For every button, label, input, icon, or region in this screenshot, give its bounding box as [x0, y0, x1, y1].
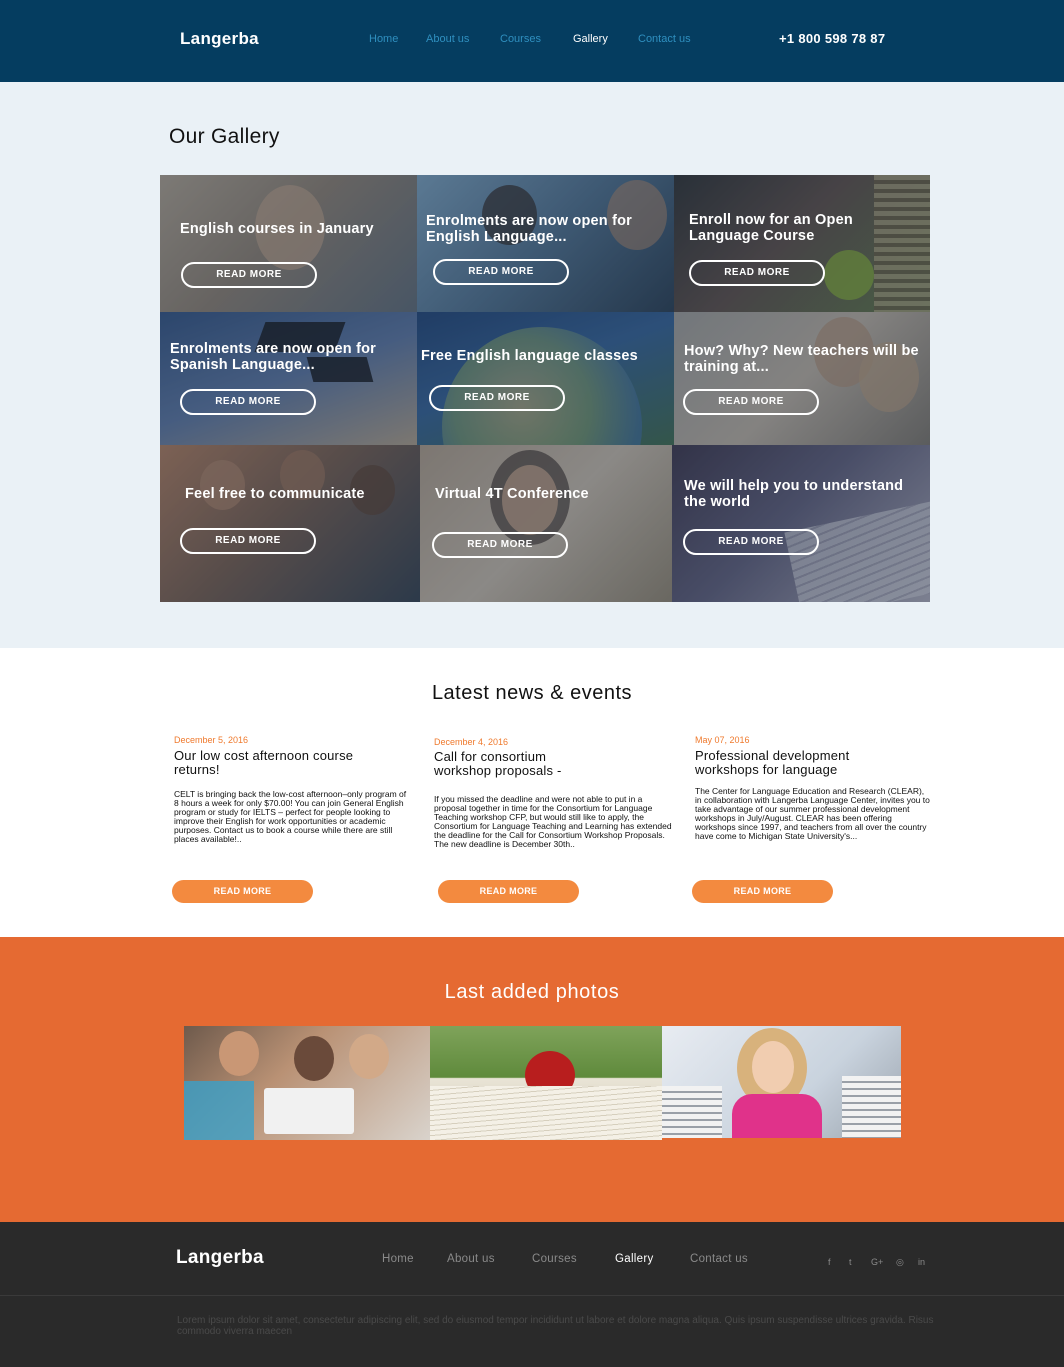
instagram-icon[interactable]: ◎ [896, 1257, 904, 1268]
twitter-icon[interactable]: t [849, 1257, 852, 1267]
news-body: CELT is bringing back the low-cost after… [174, 789, 407, 844]
footer-divider [0, 1295, 1064, 1296]
read-more-button[interactable]: READ MORE [683, 529, 819, 555]
footer-nav-courses[interactable]: Courses [532, 1253, 577, 1265]
gallery-caption: We will help you to understand the world [684, 478, 904, 510]
nav-home[interactable]: Home [369, 33, 398, 45]
footer-nav-contact-us[interactable]: Contact us [690, 1253, 748, 1265]
google-plus-icon[interactable]: G+ [871, 1257, 883, 1267]
gallery-title: Our Gallery [169, 125, 280, 148]
gallery-tile[interactable]: English courses in January READ MORE [160, 175, 417, 312]
news-read-more-button[interactable]: READ MORE [172, 880, 313, 903]
news-headline[interactable]: Our low cost afternoon course returns! [174, 749, 374, 777]
footer-text: Lorem ipsum dolor sit amet, consectetur … [177, 1315, 934, 1337]
news-date: December 5, 2016 [174, 735, 249, 745]
nav-contact-us[interactable]: Contact us [638, 33, 691, 45]
gallery-caption: How? Why? New teachers will be training … [684, 343, 919, 375]
facebook-icon[interactable]: f [828, 1257, 831, 1267]
gallery-caption: Enrolments are now open for Spanish Lang… [170, 341, 377, 373]
news-date: December 4, 2016 [434, 737, 509, 747]
read-more-button[interactable]: READ MORE [181, 262, 317, 288]
news-read-more-button[interactable]: READ MORE [438, 880, 579, 903]
nav-about-us[interactable]: About us [426, 33, 469, 45]
gallery-tile[interactable]: Enroll now for an Open Language Course R… [674, 175, 930, 312]
news-item: December 5, 2016 Our low cost afternoon … [174, 735, 414, 844]
gallery-tile[interactable]: Free English language classes READ MORE [417, 312, 674, 445]
gallery-caption: English courses in January [180, 221, 374, 237]
photo-thumbnail[interactable] [662, 1026, 901, 1138]
read-more-button[interactable]: READ MORE [180, 528, 316, 554]
nav-gallery[interactable]: Gallery [573, 33, 608, 45]
footer-logo[interactable]: Langerba [176, 1247, 264, 1269]
footer-nav-about-us[interactable]: About us [447, 1253, 495, 1265]
photos-section: Last added photos [0, 937, 1064, 1222]
site-header: Langerba Home About us Courses Gallery C… [0, 0, 1064, 82]
news-body: The Center for Language Education and Re… [695, 786, 930, 841]
gallery-caption: Virtual 4T Conference [435, 486, 589, 502]
gallery-grid: English courses in January READ MORE Enr… [160, 175, 930, 602]
footer-nav-home[interactable]: Home [382, 1253, 414, 1265]
linkedin-icon[interactable]: in [918, 1257, 925, 1267]
news-date: May 07, 2016 [695, 735, 750, 745]
photo-thumbnail[interactable] [184, 1026, 430, 1140]
site-logo[interactable]: Langerba [180, 29, 259, 49]
nav-courses[interactable]: Courses [500, 33, 541, 45]
news-item: December 4, 2016 Call for consortium wor… [434, 737, 674, 849]
gallery-caption: Enroll now for an Open Language Course [689, 212, 853, 244]
gallery-caption: Free English language classes [421, 348, 638, 364]
gallery-section: Our Gallery English courses in January R… [0, 82, 1064, 648]
news-headline[interactable]: Professional development workshops for l… [695, 749, 910, 777]
phone-number[interactable]: +1 800 598 78 87 [779, 31, 885, 46]
news-read-more-button[interactable]: READ MORE [692, 880, 833, 903]
read-more-button[interactable]: READ MORE [180, 389, 316, 415]
news-title: Latest news & events [431, 682, 633, 704]
gallery-tile[interactable]: How? Why? New teachers will be training … [674, 312, 930, 445]
news-item: May 07, 2016 Professional development wo… [695, 735, 935, 841]
news-headline[interactable]: Call for consortium workshop proposals - [434, 750, 604, 778]
gallery-tile[interactable]: Virtual 4T Conference READ MORE [420, 445, 672, 602]
read-more-button[interactable]: READ MORE [432, 532, 568, 558]
photo-thumbnail[interactable] [430, 1026, 662, 1140]
read-more-button[interactable]: READ MORE [433, 259, 569, 285]
gallery-tile[interactable]: Feel free to communicate READ MORE [160, 445, 420, 602]
site-footer: Langerba Home About us Courses Gallery C… [0, 1222, 1064, 1367]
read-more-button[interactable]: READ MORE [683, 389, 819, 415]
read-more-button[interactable]: READ MORE [689, 260, 825, 286]
news-body: If you missed the deadline and were not … [434, 794, 672, 849]
gallery-tile[interactable]: Enrolments are now open for English Lang… [417, 175, 674, 312]
gallery-caption: Enrolments are now open for English Lang… [426, 213, 633, 245]
photos-title: Last added photos [444, 981, 620, 1003]
gallery-tile[interactable]: We will help you to understand the world… [672, 445, 930, 602]
footer-nav-gallery[interactable]: Gallery [615, 1253, 654, 1265]
read-more-button[interactable]: READ MORE [429, 385, 565, 411]
gallery-tile[interactable]: Enrolments are now open for Spanish Lang… [160, 312, 417, 445]
gallery-caption: Feel free to communicate [185, 486, 365, 502]
